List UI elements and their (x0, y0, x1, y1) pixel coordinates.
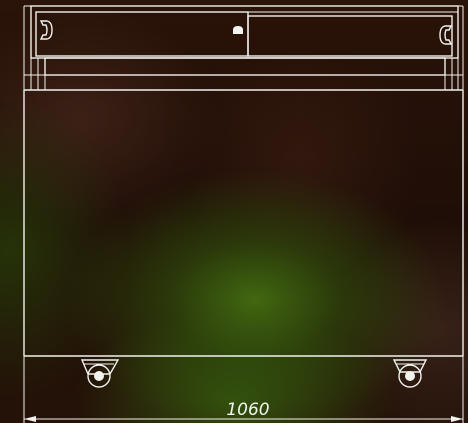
lock-icon (233, 26, 243, 34)
left-handle-icon (39, 20, 53, 40)
lid-rim-strip (44, 57, 446, 76)
dimension-arrow-left-icon (24, 416, 36, 422)
left-sliding-lid (35, 11, 249, 57)
right-caster-wheel-icon (392, 359, 428, 388)
freezer-lid (23, 5, 464, 91)
right-caster-bracket (392, 359, 428, 373)
lid-outer-frame (30, 5, 459, 59)
dimension-arrow-right-icon (451, 416, 463, 422)
right-sliding-lid (247, 15, 453, 57)
left-caster-wheel-icon (80, 359, 120, 388)
left-caster-hub (94, 371, 104, 381)
freezer-cabinet-body (23, 90, 464, 357)
dimension-width-label: 1060 (226, 400, 269, 420)
freezer-drawing-canvas: 1060 (0, 0, 468, 423)
right-handle-icon (439, 25, 453, 45)
right-caster-hub (405, 371, 415, 381)
freezer-technical-drawing: 1060 (23, 5, 464, 423)
